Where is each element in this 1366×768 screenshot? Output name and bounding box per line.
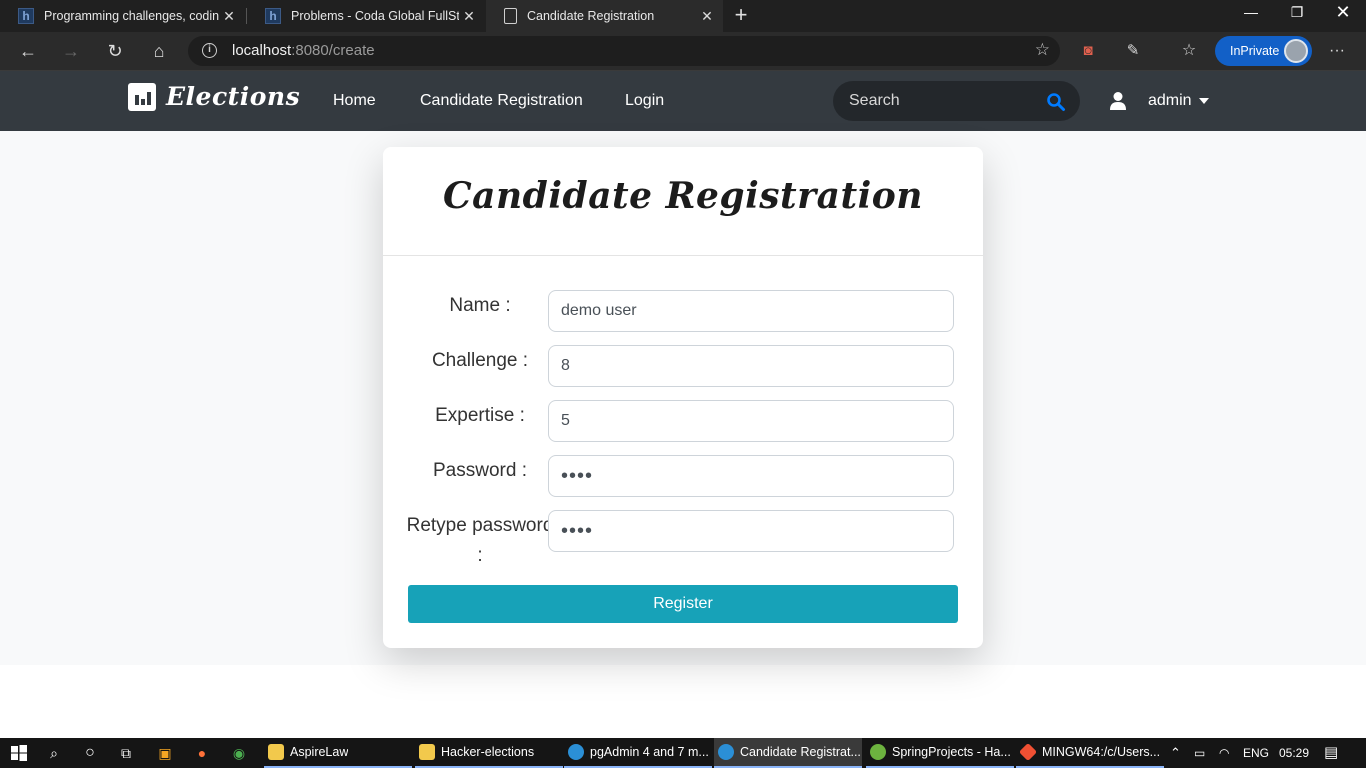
search-icon[interactable]: ⌕: [44, 743, 64, 763]
browser-tab-active[interactable]: Candidate Registration ✕: [486, 0, 723, 32]
taskbar-app-springprojects[interactable]: SpringProjects - Ha...: [866, 738, 1014, 768]
edge-icon: [568, 744, 584, 760]
chevron-up-icon[interactable]: ⌃: [1170, 738, 1181, 768]
name-input[interactable]: [548, 290, 954, 332]
tab-title: Candidate Registration: [527, 9, 655, 23]
taskbar-app-label: Candidate Registrat...: [740, 745, 861, 759]
forward-icon[interactable]: →: [56, 36, 86, 66]
search-box: [833, 81, 1080, 121]
password-label: Password :: [433, 460, 527, 481]
taskbar-app-pgadmin[interactable]: pgAdmin 4 and 7 m...: [564, 738, 712, 768]
card-divider: [383, 255, 983, 256]
caret-down-icon[interactable]: [1199, 98, 1209, 104]
battery-icon[interactable]: ▭: [1194, 738, 1205, 768]
folder-icon: [268, 744, 284, 760]
taskbar-app-label: SpringProjects - Ha...: [892, 745, 1011, 759]
tab-title: Problems - Coda Global FullStack: [291, 9, 459, 23]
expertise-label: Expertise :: [435, 405, 525, 426]
profile-avatar: [1284, 39, 1308, 63]
hackerearth-icon: h: [18, 8, 34, 24]
taskbar-app-aspirelaw[interactable]: AspireLaw: [264, 738, 412, 768]
url-text: localhost:8080/create: [232, 42, 375, 59]
retype-password-input[interactable]: [548, 510, 954, 552]
taskbar-app-candidate-registration[interactable]: Candidate Registrat...: [714, 738, 862, 768]
challenge-input[interactable]: [548, 345, 954, 387]
folder-icon: [419, 744, 435, 760]
taskbar-app-label: AspireLaw: [290, 745, 349, 759]
back-icon[interactable]: ←: [13, 36, 43, 66]
hackerearth-icon: h: [265, 8, 281, 24]
close-icon[interactable]: ✕: [697, 8, 717, 25]
close-icon[interactable]: ✕: [459, 8, 479, 25]
clock-time[interactable]: 05:29: [1279, 738, 1309, 768]
restore-button[interactable]: ❐: [1274, 0, 1320, 32]
nav-candidate-registration[interactable]: Candidate Registration: [420, 92, 583, 110]
inprivate-label: InPrivate: [1230, 44, 1280, 58]
nav-home[interactable]: Home: [333, 92, 376, 110]
address-bar[interactable]: i localhost:8080/create ☆: [188, 36, 1060, 66]
registration-card: Candidate Registration Name : Challenge …: [383, 147, 983, 648]
taskbar-app-mingw64[interactable]: MINGW64:/c/Users...: [1016, 738, 1164, 768]
more-menu-icon[interactable]: ···: [1322, 36, 1352, 66]
browser-tab-2[interactable]: h Problems - Coda Global FullStack ✕: [247, 0, 485, 32]
browser-tab-strip: h Programming challenges, coding ✕ h Pro…: [0, 0, 1366, 32]
wifi-icon[interactable]: ◠: [1219, 738, 1229, 768]
task-view-icon[interactable]: ⧉: [116, 743, 136, 763]
user-icon: [1110, 92, 1126, 110]
register-button[interactable]: Register: [408, 585, 958, 623]
windows-taskbar: ⌕ ○ ⧉ ▣ ● ◉ AspireLaw Hacker-elections p…: [0, 738, 1366, 768]
spring-tools-icon: [870, 744, 886, 760]
app-navbar: Elections Home Candidate Registration Lo…: [0, 71, 1366, 131]
new-tab-button[interactable]: +: [730, 2, 752, 30]
close-icon[interactable]: ✕: [219, 8, 239, 25]
taskbar-app-label: pgAdmin 4 and 7 m...: [590, 745, 709, 759]
name-label: Name :: [449, 295, 511, 316]
browser-tab-1[interactable]: h Programming challenges, coding ✕: [0, 0, 245, 32]
search-input[interactable]: [833, 81, 1033, 121]
url-host: localhost: [232, 42, 292, 59]
inprivate-badge[interactable]: InPrivate: [1215, 36, 1312, 66]
home-icon[interactable]: ⌂: [144, 36, 174, 66]
taskbar-app-label: Hacker-elections: [441, 745, 535, 759]
page-icon: [504, 8, 517, 24]
media-player-icon[interactable]: ▣: [155, 743, 175, 763]
brand-name[interactable]: Elections: [166, 82, 300, 111]
cortana-icon[interactable]: ○: [80, 743, 100, 763]
nav-login[interactable]: Login: [625, 92, 664, 110]
search-icon[interactable]: [1046, 92, 1066, 112]
taskbar-app-hacker-elections[interactable]: Hacker-elections: [415, 738, 563, 768]
notification-icon[interactable]: ▤: [1324, 738, 1338, 768]
browser-toolbar: ← → ↻ ⌂ i localhost:8080/create ☆ ◙ ✎ ☆ …: [0, 32, 1366, 71]
chrome-icon[interactable]: ◉: [229, 743, 249, 763]
favorite-star-icon[interactable]: ☆: [1035, 40, 1050, 60]
user-menu-label[interactable]: admin: [1148, 92, 1192, 110]
password-input[interactable]: [548, 455, 954, 497]
chart-logo-icon: [128, 83, 156, 111]
taskbar-app-label: MINGW64:/c/Users...: [1042, 745, 1161, 759]
page-title: Candidate Registration: [443, 175, 923, 217]
tab-title: Programming challenges, coding: [44, 9, 219, 23]
firefox-icon[interactable]: ●: [192, 743, 212, 763]
favorites-icon[interactable]: ☆: [1174, 36, 1204, 66]
windows-start-icon[interactable]: [9, 743, 29, 763]
minimize-button[interactable]: —: [1228, 0, 1274, 32]
expertise-input[interactable]: [548, 400, 954, 442]
window-close-button[interactable]: ✕: [1320, 0, 1366, 32]
challenge-label: Challenge :: [431, 350, 529, 371]
extension-icon[interactable]: ✎: [1118, 36, 1148, 66]
refresh-icon[interactable]: ↻: [100, 36, 130, 66]
retype-password-label: Retype password :: [406, 515, 554, 566]
git-bash-icon: [1018, 742, 1038, 762]
screen-capture-icon[interactable]: ◙: [1073, 36, 1103, 66]
edge-icon: [718, 744, 734, 760]
info-icon[interactable]: i: [202, 43, 217, 58]
language-indicator[interactable]: ENG: [1243, 738, 1269, 768]
url-path: :8080/create: [291, 42, 375, 59]
